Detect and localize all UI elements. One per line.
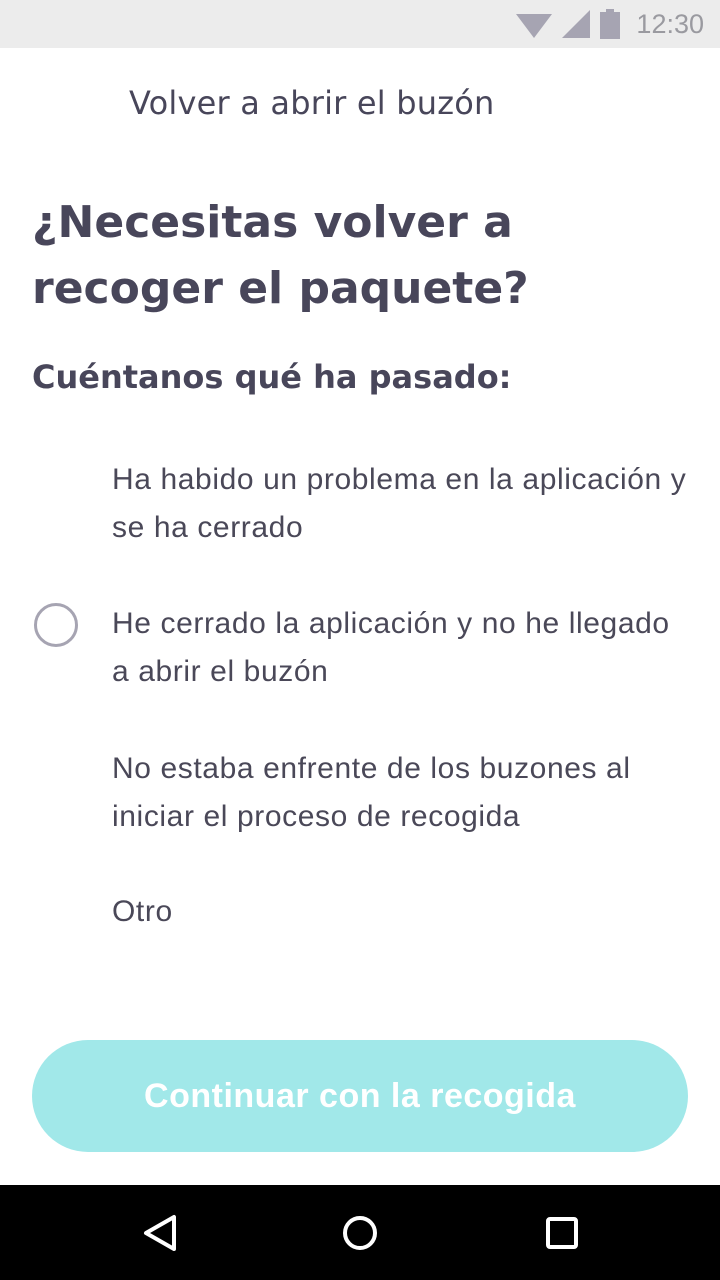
continue-button-label: Continuar con la recogida <box>144 1076 576 1115</box>
status-time: 12:30 <box>636 8 704 39</box>
option-closed-app[interactable]: He cerrado la aplicación y no he llegado… <box>0 600 720 700</box>
option-label: No estaba enfrente de los buzones al ini… <box>112 752 631 833</box>
wifi-icon <box>516 14 553 38</box>
option-label: Otro <box>112 895 173 928</box>
option-label: Ha habido un problema en la aplicación y… <box>112 463 687 544</box>
home-button[interactable] <box>300 1185 420 1280</box>
continue-button[interactable]: Continuar con la recogida <box>32 1040 688 1152</box>
recents-icon <box>546 1216 578 1249</box>
battery-icon <box>600 9 621 39</box>
page-title: Volver a abrir el buzón <box>129 84 495 122</box>
option-app-problem[interactable]: Ha habido un problema en la aplicación y… <box>0 456 720 556</box>
back-button[interactable] <box>100 1185 220 1280</box>
radio-button[interactable] <box>34 603 78 647</box>
status-bar: 12:30 <box>0 0 720 48</box>
question-heading: ¿Necesitas volver a recoger el paquete? <box>32 197 529 314</box>
navigation-bar <box>0 1185 720 1280</box>
back-icon <box>144 1214 176 1251</box>
question-subtitle: Cuéntanos qué ha pasado: <box>32 358 512 396</box>
recents-button[interactable] <box>502 1185 622 1280</box>
option-other[interactable]: Otro <box>0 888 720 940</box>
cell-signal-icon <box>562 10 591 38</box>
option-label: He cerrado la aplicación y no he llegado… <box>112 607 670 688</box>
screen: 12:30 Volver a abrir el buzón ¿Necesitas… <box>0 0 720 1280</box>
home-icon <box>343 1215 377 1250</box>
option-not-in-front[interactable]: No estaba enfrente de los buzones al ini… <box>0 745 720 845</box>
